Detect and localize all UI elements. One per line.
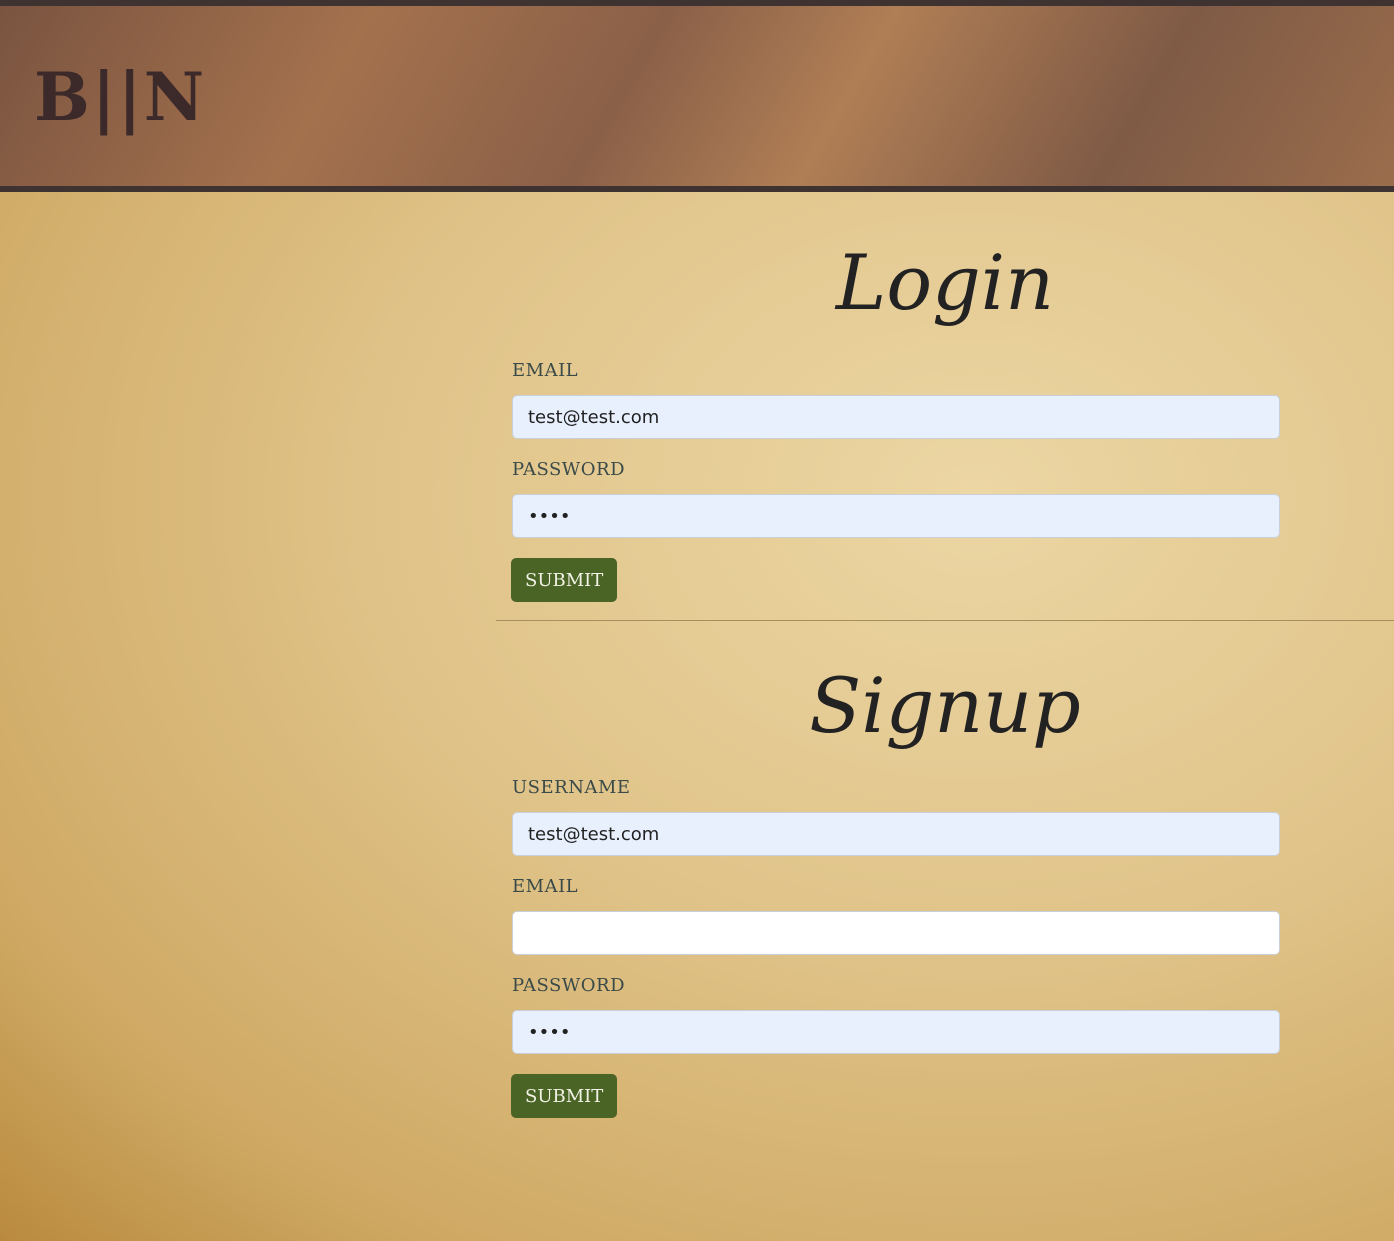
login-email-label: EMAIL xyxy=(512,360,579,381)
header: B||N xyxy=(0,0,1394,192)
signup-password-label: PASSWORD xyxy=(512,975,626,996)
login-form: Login EMAIL PASSWORD SUBMIT xyxy=(496,228,1394,602)
login-email-input[interactable] xyxy=(512,395,1280,439)
signup-username-input[interactable] xyxy=(512,812,1280,856)
signup-email-input[interactable] xyxy=(512,911,1280,955)
main-content: Login EMAIL PASSWORD SUBMIT Signup USERN… xyxy=(496,192,1394,1118)
logo[interactable]: B||N xyxy=(34,58,206,136)
login-password-label: PASSWORD xyxy=(512,459,626,480)
login-submit-button[interactable]: SUBMIT xyxy=(511,558,618,602)
signup-password-input[interactable] xyxy=(512,1010,1280,1054)
signup-username-label: USERNAME xyxy=(512,777,631,798)
signup-submit-button[interactable]: SUBMIT xyxy=(511,1074,618,1118)
login-title: Login xyxy=(835,238,1055,327)
signup-title: Signup xyxy=(809,661,1081,750)
divider xyxy=(496,620,1394,621)
login-password-input[interactable] xyxy=(512,494,1280,538)
signup-form: Signup USERNAME EMAIL PASSWORD SUBMIT xyxy=(496,651,1394,1118)
signup-email-label: EMAIL xyxy=(512,876,579,897)
